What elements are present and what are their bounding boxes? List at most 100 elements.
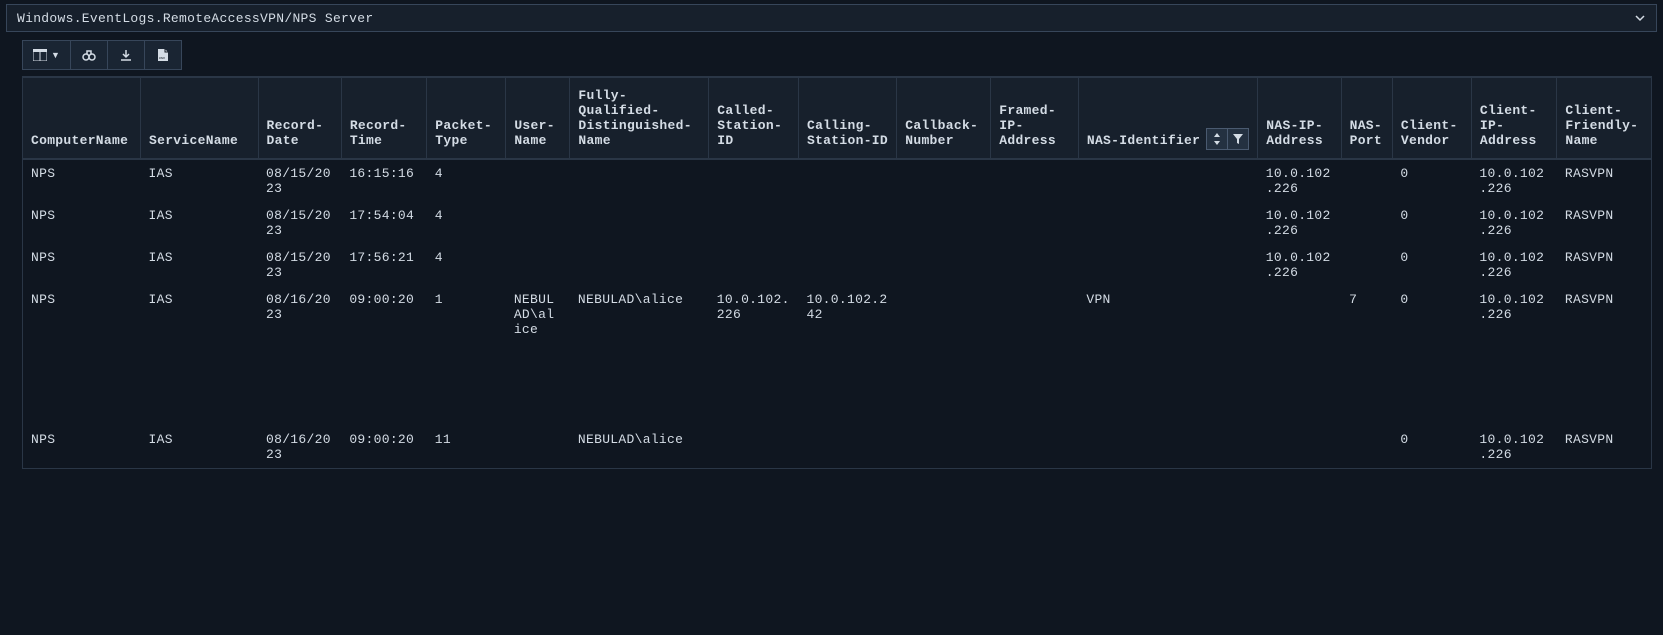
- column-label: ServiceName: [149, 133, 238, 148]
- cell-framedipaddress: [991, 244, 1079, 286]
- cell-recordtime: 16:15:16: [341, 159, 426, 202]
- cell-framedipaddress: [991, 159, 1079, 202]
- cell-nasidentifier: [1078, 202, 1257, 244]
- cell-nasidentifier: [1078, 159, 1257, 202]
- column-label: ComputerName: [31, 133, 128, 148]
- filter-icon: [1232, 133, 1244, 145]
- columns-toggle-button[interactable]: ▼: [22, 40, 71, 70]
- cell-username: [506, 159, 570, 202]
- cell-clientvendor: 0: [1392, 202, 1471, 244]
- cell-nasidentifier: VPN: [1078, 286, 1257, 426]
- column-label: NAS-Port: [1350, 118, 1382, 148]
- cell-nasport: 7: [1341, 286, 1392, 426]
- column-label: Client-Friendly-Name: [1565, 103, 1638, 148]
- cell-callingstationid: [798, 426, 896, 468]
- cell-nasport: [1341, 202, 1392, 244]
- cell-callbacknumber: [897, 159, 991, 202]
- column-label: Packet-Type: [435, 118, 492, 148]
- cell-nasport: [1341, 426, 1392, 468]
- query-selector-dropdown[interactable]: Windows.EventLogs.RemoteAccessVPN/NPS Se…: [6, 4, 1657, 32]
- cell-packettype: 4: [427, 244, 506, 286]
- cell-servicename: IAS: [141, 159, 259, 202]
- cell-clientfriendlyname: RASVPN: [1557, 426, 1651, 468]
- column-header-callback-number[interactable]: Callback-Number: [897, 78, 991, 159]
- cell-callbacknumber: [897, 202, 991, 244]
- columns-icon: [33, 49, 47, 61]
- download-icon: [120, 49, 132, 61]
- cell-clientvendor: 0: [1392, 159, 1471, 202]
- sort-button[interactable]: [1206, 128, 1228, 150]
- column-header-user-name[interactable]: User-Name: [506, 78, 570, 159]
- cell-nasidentifier: [1078, 426, 1257, 468]
- table-row[interactable]: NPSIAS08/16/202309:00:201NEBULAD\aliceNE…: [23, 286, 1651, 426]
- cell-computername: NPS: [23, 426, 141, 468]
- results-grid: ComputerName ServiceName Record-Date Rec…: [22, 76, 1652, 469]
- table-row[interactable]: NPSIAS08/16/202309:00:2011NEBULAD\alice0…: [23, 426, 1651, 468]
- column-header-nas-port[interactable]: NAS-Port: [1341, 78, 1392, 159]
- cell-callingstationid: [798, 244, 896, 286]
- column-label: Callback-Number: [905, 118, 978, 148]
- column-header-nas-identifier[interactable]: NAS-Identifier: [1078, 78, 1257, 159]
- cell-framedipaddress: [991, 426, 1079, 468]
- table-row[interactable]: NPSIAS08/15/202317:56:21410.0.102.226010…: [23, 244, 1651, 286]
- cell-nasipaddress: 10.0.102.226: [1258, 202, 1341, 244]
- cell-clientipaddress: 10.0.102.226: [1471, 244, 1556, 286]
- cell-fqdn: NEBULAD\alice: [570, 426, 709, 468]
- cell-clientvendor: 0: [1392, 286, 1471, 426]
- cell-calledstationid: [709, 426, 799, 468]
- file-csv-icon: csv: [157, 48, 169, 62]
- table-row[interactable]: NPSIAS08/15/202316:15:16410.0.102.226010…: [23, 159, 1651, 202]
- column-label: NAS-IP-Address: [1266, 118, 1323, 148]
- cell-nasipaddress: 10.0.102.226: [1258, 244, 1341, 286]
- cell-username: [506, 202, 570, 244]
- cell-username: [506, 426, 570, 468]
- column-header-nas-ip-address[interactable]: NAS-IP-Address: [1258, 78, 1341, 159]
- column-header-called-station-id[interactable]: Called-Station-ID: [709, 78, 799, 159]
- cell-packettype: 4: [427, 202, 506, 244]
- export-csv-button[interactable]: csv: [144, 40, 182, 70]
- column-header-fq-distinguished-name[interactable]: Fully-Qualified-Distinguished-Name: [570, 78, 709, 159]
- cell-packettype: 11: [427, 426, 506, 468]
- cell-recorddate: 08/15/2023: [258, 159, 341, 202]
- filter-button[interactable]: [1227, 128, 1249, 150]
- cell-computername: NPS: [23, 159, 141, 202]
- cell-fqdn: [570, 202, 709, 244]
- cell-clientfriendlyname: RASVPN: [1557, 244, 1651, 286]
- cell-recordtime: 09:00:20: [341, 426, 426, 468]
- cell-clientfriendlyname: RASVPN: [1557, 159, 1651, 202]
- column-header-servicename[interactable]: ServiceName: [141, 78, 259, 159]
- table-row[interactable]: NPSIAS08/15/202317:54:04410.0.102.226010…: [23, 202, 1651, 244]
- column-header-packet-type[interactable]: Packet-Type: [427, 78, 506, 159]
- download-button[interactable]: [107, 40, 145, 70]
- chevron-down-icon: [1634, 12, 1646, 24]
- cell-username: [506, 244, 570, 286]
- column-label: Record-Time: [350, 118, 407, 148]
- cell-recorddate: 08/15/2023: [258, 202, 341, 244]
- column-label: Calling-Station-ID: [807, 118, 888, 148]
- cell-servicename: IAS: [141, 244, 259, 286]
- column-header-client-vendor[interactable]: Client-Vendor: [1392, 78, 1471, 159]
- cell-calledstationid: [709, 159, 799, 202]
- column-label: Client-IP-Address: [1480, 103, 1537, 148]
- column-header-client-friendly-name[interactable]: Client-Friendly-Name: [1557, 78, 1651, 159]
- column-label: NAS-Identifier: [1087, 133, 1200, 148]
- cell-clientipaddress: 10.0.102.226: [1471, 202, 1556, 244]
- cell-recordtime: 17:54:04: [341, 202, 426, 244]
- cell-clientfriendlyname: RASVPN: [1557, 286, 1651, 426]
- column-header-framed-ip-address[interactable]: Framed-IP-Address: [991, 78, 1079, 159]
- cell-recordtime: 17:56:21: [341, 244, 426, 286]
- cell-recorddate: 08/16/2023: [258, 426, 341, 468]
- cell-servicename: IAS: [141, 286, 259, 426]
- column-label: Framed-IP-Address: [999, 103, 1056, 148]
- column-header-record-date[interactable]: Record-Date: [258, 78, 341, 159]
- column-header-record-time[interactable]: Record-Time: [341, 78, 426, 159]
- cell-fqdn: NEBULAD\alice: [570, 286, 709, 426]
- cell-nasidentifier: [1078, 244, 1257, 286]
- column-header-client-ip-address[interactable]: Client-IP-Address: [1471, 78, 1556, 159]
- column-header-calling-station-id[interactable]: Calling-Station-ID: [798, 78, 896, 159]
- search-button[interactable]: [70, 40, 108, 70]
- cell-nasipaddress: [1258, 426, 1341, 468]
- cell-recordtime: 09:00:20: [341, 286, 426, 426]
- column-label: Record-Date: [267, 118, 324, 148]
- column-header-computername[interactable]: ComputerName: [23, 78, 141, 159]
